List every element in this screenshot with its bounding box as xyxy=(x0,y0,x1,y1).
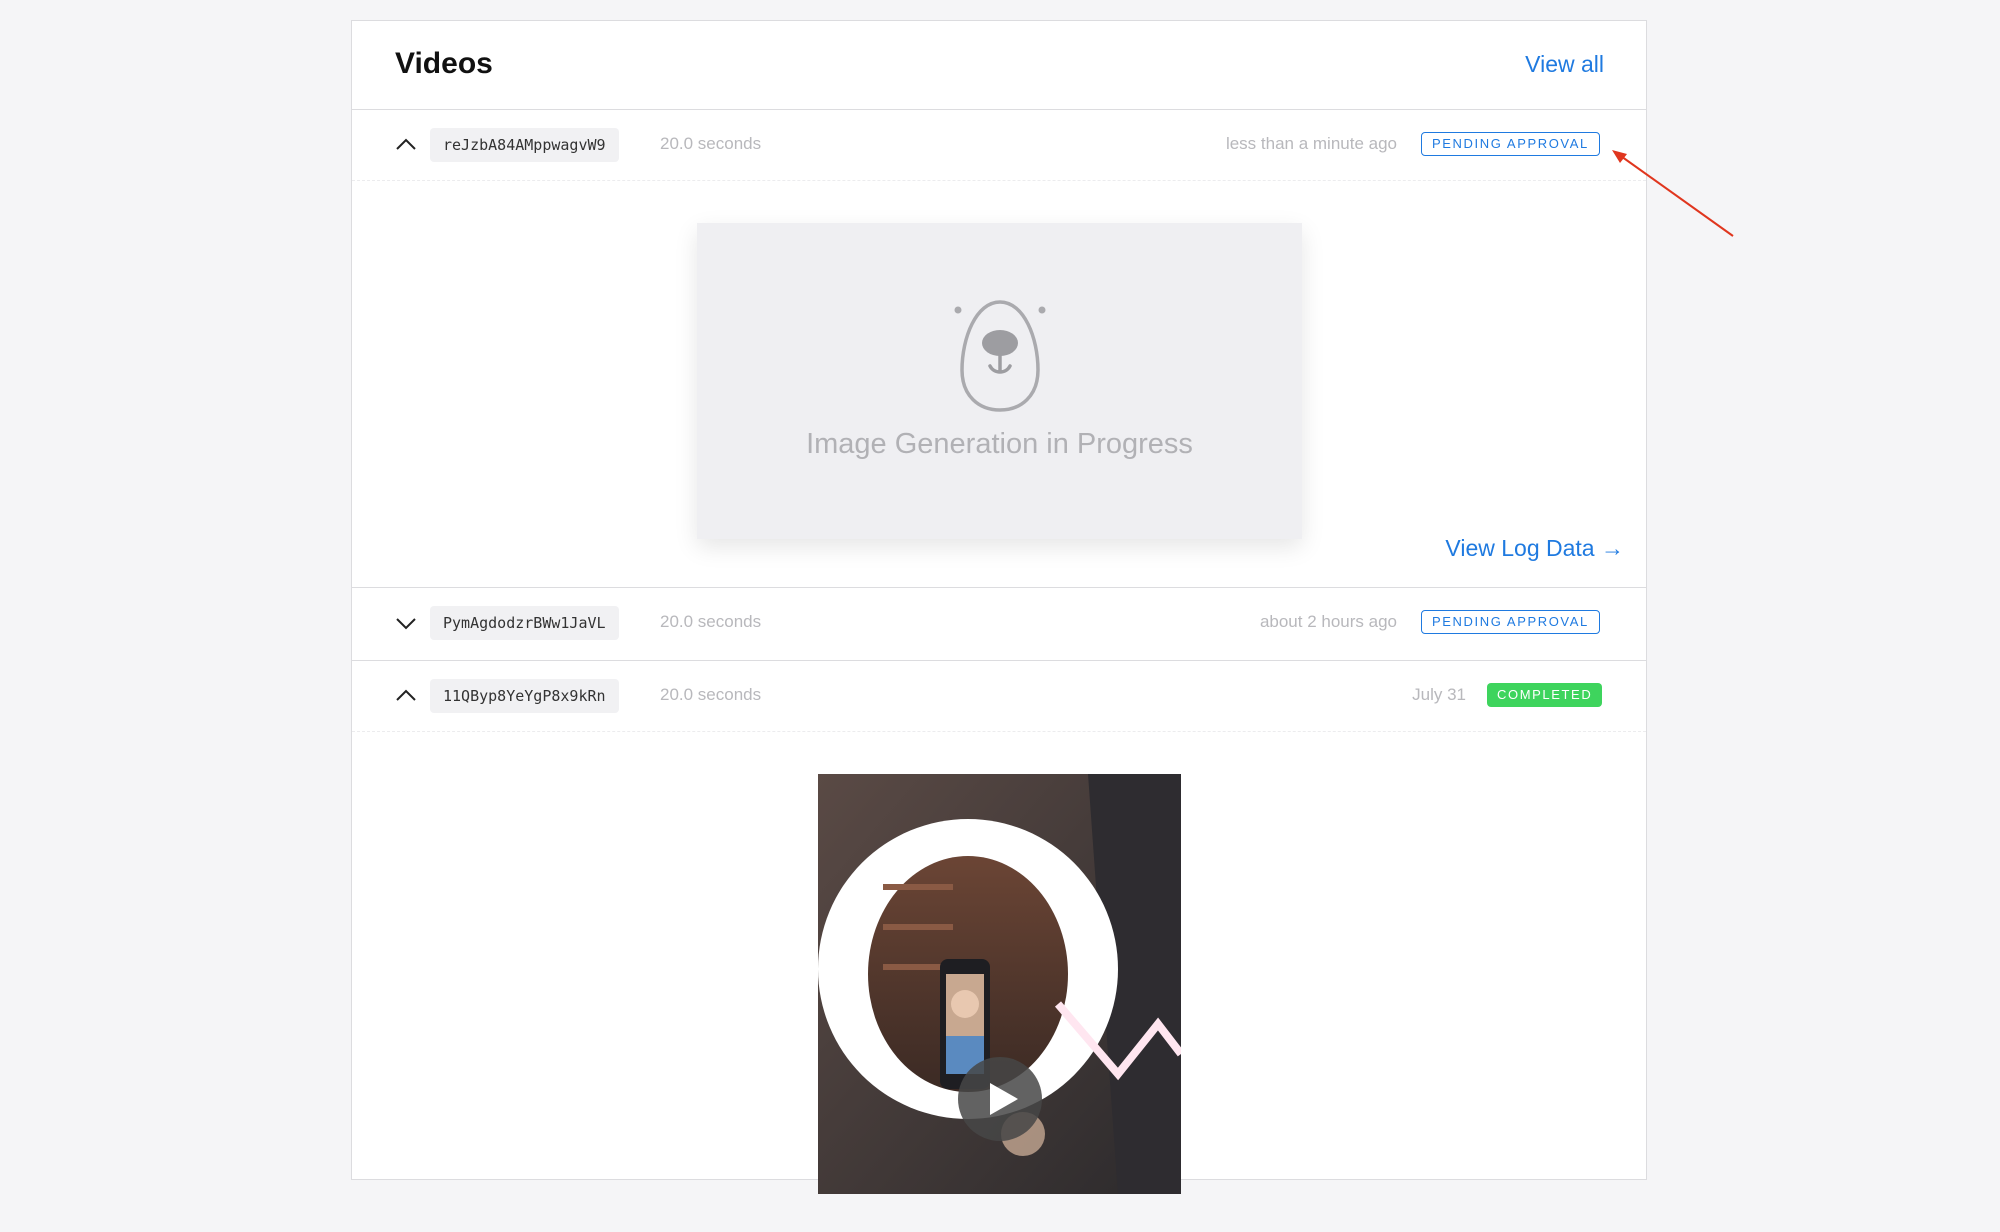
play-button[interactable] xyxy=(958,1057,1042,1141)
view-all-link[interactable]: View all xyxy=(1525,51,1604,78)
video-duration: 20.0 seconds xyxy=(660,685,762,704)
video-duration: 20.0 seconds xyxy=(660,134,762,153)
video-time-ago: about 2 hours ago xyxy=(1259,612,1397,631)
chevron-down-icon[interactable] xyxy=(395,612,417,634)
bear-icon xyxy=(954,300,1046,412)
page-title: Videos xyxy=(395,47,493,80)
chevron-up-icon[interactable] xyxy=(395,134,417,156)
view-log-data-link[interactable]: View Log Data → xyxy=(1445,535,1624,562)
videos-card: Videos View all reJzbA84AMppwagvW9 20.0 … xyxy=(351,20,1647,1194)
video-id: reJzbA84AMppwagvW9 xyxy=(430,128,619,162)
card-header: Videos View all xyxy=(352,21,1646,110)
video-id: PymAgdodzrBWw1JaVL xyxy=(430,606,619,640)
video-time-ago: less than a minute ago xyxy=(1225,134,1397,153)
status-badge: COMPLETED xyxy=(1487,683,1603,707)
image-placeholder: Image Generation in Progress xyxy=(697,223,1302,539)
video-id: 11QByp8YeYgP8x9kRn xyxy=(430,679,619,713)
chevron-up-icon[interactable] xyxy=(395,685,417,707)
arrow-annotation-icon xyxy=(1612,150,1734,237)
placeholder-text: Image Generation in Progress xyxy=(806,428,1193,460)
video-row: 11QByp8YeYgP8x9kRn 20.0 seconds July 31 … xyxy=(352,661,1646,732)
video-row: PymAgdodzrBWw1JaVL 20.0 seconds about 2 … xyxy=(352,588,1646,661)
video-details: Image Generation in Progress View Log Da… xyxy=(352,181,1646,588)
video-thumbnail[interactable] xyxy=(818,774,1181,1194)
status-badge: PENDING APPROVAL xyxy=(1421,610,1600,634)
video-row: reJzbA84AMppwagvW9 20.0 seconds less tha… xyxy=(352,110,1646,181)
video-duration: 20.0 seconds xyxy=(660,612,762,631)
status-badge: PENDING APPROVAL xyxy=(1421,132,1600,156)
video-time-ago: July 31 xyxy=(1412,685,1466,704)
video-details xyxy=(352,732,1646,1232)
